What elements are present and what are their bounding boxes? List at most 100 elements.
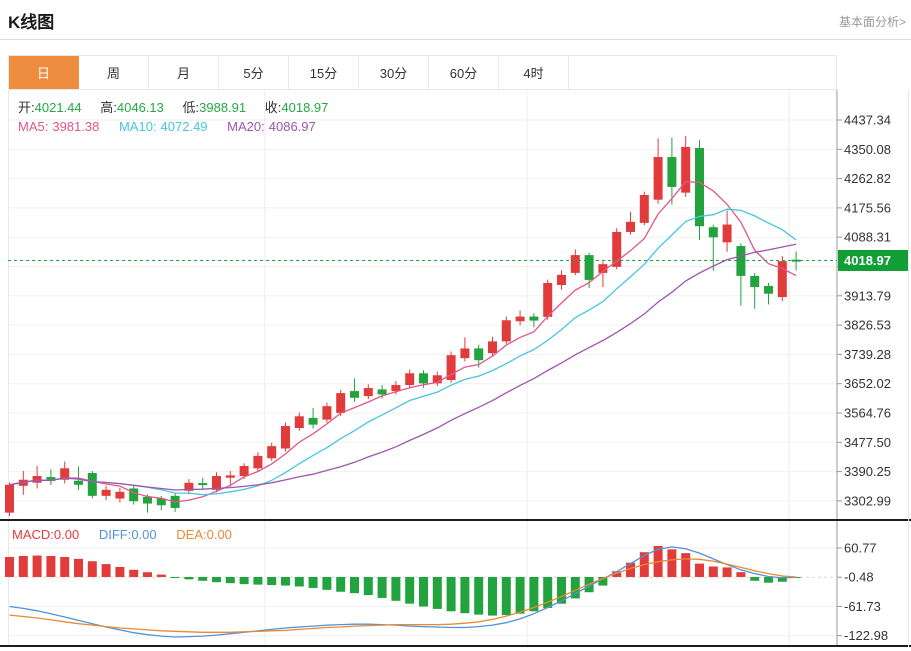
candle-body	[336, 393, 345, 413]
macd-readout: MACD:0.00 DIFF:0.00 DEA:0.00	[12, 527, 248, 542]
candle-body	[322, 406, 331, 419]
candle-body	[654, 157, 663, 200]
ma10-value: 4072.49	[161, 119, 208, 134]
macd-hist-bar	[74, 559, 83, 577]
candle-body	[626, 222, 635, 232]
macd-hist-bar	[46, 556, 55, 577]
ma-readout: MA5:3981.38 MA10:4072.49 MA20:4086.97	[18, 119, 332, 134]
macd-hist-bar	[350, 577, 359, 593]
candle-body	[5, 485, 14, 513]
macd-hist-bar	[750, 577, 759, 581]
diff-value: 0.00	[131, 527, 156, 542]
y-axis-label: 4088.31	[844, 230, 891, 245]
candle-body	[419, 373, 428, 383]
tab-30分[interactable]: 30分	[359, 56, 429, 89]
main-chart-svg[interactable]: 4437.344350.084262.824175.564088.314001.…	[0, 90, 911, 520]
candle-body	[667, 157, 676, 187]
macd-hist-bar	[447, 577, 456, 611]
dea-value: 0.00	[207, 527, 232, 542]
y-axis-label: 3302.99	[844, 493, 891, 508]
macd-hist-bar	[695, 564, 704, 577]
ohlc-readout: 开:4021.44 高:4046.13 低:3988.91 收:4018.97	[18, 97, 343, 116]
tab-4时[interactable]: 4时	[499, 56, 569, 89]
macd-hist-bar	[253, 577, 262, 585]
open-label: 开:	[18, 100, 35, 115]
low-label: 低:	[183, 100, 200, 115]
tab-日[interactable]: 日	[9, 56, 79, 89]
candle-body	[129, 488, 138, 501]
macd-hist-bar	[60, 557, 69, 577]
high-label: 高:	[100, 100, 117, 115]
y-axis-label: 4350.08	[844, 142, 891, 157]
candle-body	[529, 317, 538, 321]
candle-body	[253, 456, 262, 468]
current-price-tag-text: 4018.97	[844, 253, 891, 268]
page-title: K线图	[8, 8, 54, 33]
macd-hist-bar	[736, 572, 745, 577]
macd-hist-bar	[198, 577, 207, 581]
macd-hist-bar	[709, 566, 718, 576]
macd-hist-bar	[433, 577, 442, 609]
macd-hist-bar	[19, 556, 28, 577]
candle-body	[143, 497, 152, 504]
candle-body	[115, 492, 124, 499]
tab-60分[interactable]: 60分	[429, 56, 499, 89]
tab-bar: 日周月5分15分30分60分4时	[8, 55, 837, 90]
candle-body	[378, 389, 387, 394]
ma20-value: 4086.97	[269, 119, 316, 134]
close-value: 4018.97	[281, 100, 328, 115]
candle-body	[309, 418, 318, 425]
candle-body	[488, 341, 497, 353]
ma5-label: MA5:	[18, 119, 48, 134]
candle-body	[102, 490, 111, 496]
candle-body	[267, 446, 276, 458]
macd-hist-bar	[502, 577, 511, 615]
candle-body	[460, 348, 469, 358]
candle-body	[723, 225, 732, 243]
macd-hist-bar	[378, 577, 387, 598]
candle-body	[695, 148, 704, 226]
macd-hist-bar	[88, 561, 97, 577]
candle-body	[571, 255, 580, 273]
macd-hist-bar	[322, 577, 331, 590]
candle-body	[585, 255, 594, 280]
tab-周[interactable]: 周	[79, 56, 149, 89]
macd-hist-bar	[157, 575, 166, 577]
macd-hist-bar	[281, 577, 290, 586]
macd-hist-bar	[681, 553, 690, 577]
y-axis-label: 4175.56	[844, 200, 891, 215]
macd-axis-label: -122.98	[844, 628, 888, 643]
macd-hist-bar	[33, 556, 42, 577]
tab-月[interactable]: 月	[149, 56, 219, 89]
candle-body	[198, 483, 207, 485]
macd-hist-bar	[336, 577, 345, 592]
macd-hist-bar	[460, 577, 469, 613]
dea-line	[10, 559, 797, 632]
y-axis-label: 3739.28	[844, 347, 891, 362]
candle-body	[295, 416, 304, 428]
dea-label: DEA:	[176, 527, 206, 542]
candle-body	[764, 286, 773, 294]
candle-body	[543, 283, 552, 317]
kline-page: K线图 基本面分析> 日周月5分15分30分60分4时 4437.34 4350.…	[0, 0, 911, 651]
y-axis-label: 4437.34	[844, 113, 891, 128]
macd-hist-bar	[391, 577, 400, 601]
macd-hist-bar	[309, 577, 318, 588]
macd-hist-bar	[723, 567, 732, 577]
y-axis-label: 3913.79	[844, 288, 891, 303]
ma10-label: MA10:	[119, 119, 157, 134]
macd-hist-bar	[516, 577, 525, 614]
candle-body	[709, 227, 718, 237]
fundamental-analysis-link[interactable]: 基本面分析>	[839, 13, 906, 30]
candle-body	[74, 481, 83, 485]
candle-body	[640, 195, 649, 223]
candle-body	[33, 476, 42, 483]
tab-15分[interactable]: 15分	[289, 56, 359, 89]
tab-5分[interactable]: 5分	[219, 56, 289, 89]
diff-label: DIFF:	[99, 527, 132, 542]
diff-line	[10, 547, 797, 637]
low-value: 3988.91	[199, 100, 246, 115]
candle-body	[750, 276, 759, 287]
macd-hist-bar	[226, 577, 235, 583]
y-axis-label: 3477.50	[844, 435, 891, 450]
